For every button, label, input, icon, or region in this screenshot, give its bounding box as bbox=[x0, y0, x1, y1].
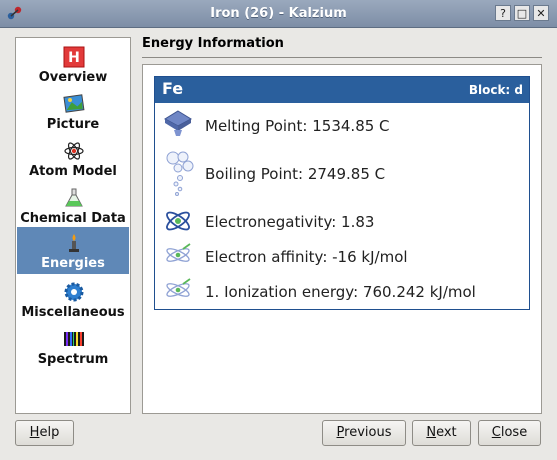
nav-item-chemical-data[interactable]: Chemical Data bbox=[17, 182, 129, 229]
electron-affinity-row: Electron affinity: -16 kJ/mol bbox=[155, 240, 529, 272]
previous-mnemonic: P bbox=[336, 425, 345, 440]
spectrum-icon bbox=[64, 332, 84, 346]
melting-point-text: Melting Point: 1534.85 C bbox=[205, 117, 390, 135]
help-mnemonic: H bbox=[29, 425, 40, 440]
next-label: ext bbox=[436, 425, 457, 440]
page-title: Energy Information bbox=[142, 36, 284, 51]
picture-icon bbox=[63, 94, 85, 113]
electron-affinity-icon bbox=[166, 243, 191, 262]
page-title-separator bbox=[142, 57, 542, 58]
nav-label-picture: Picture bbox=[46, 117, 100, 132]
nav-label-overview: Overview bbox=[38, 70, 108, 85]
nav-item-miscellaneous[interactable]: Miscellaneous bbox=[17, 276, 129, 323]
atom-model-icon bbox=[64, 142, 84, 160]
nav-item-overview[interactable]: H Overview bbox=[17, 41, 129, 88]
help-title-button[interactable]: ? bbox=[495, 5, 511, 21]
nav-label-atom-model: Atom Model bbox=[29, 164, 117, 179]
electronegativity-text: Electronegativity: 1.83 bbox=[205, 213, 375, 231]
electron-affinity-text: Electron affinity: -16 kJ/mol bbox=[205, 248, 408, 266]
page-navigation-list: H Overview Picture Atom Model Chemical D… bbox=[15, 37, 131, 414]
boiling-point-text: Boiling Point: 2749.85 C bbox=[205, 165, 386, 183]
nav-label-chemical-data: Chemical Data bbox=[20, 211, 126, 226]
flask-icon bbox=[65, 188, 83, 207]
help-button[interactable]: Help bbox=[15, 420, 74, 446]
melting-point-row: Melting Point: 1534.85 C bbox=[155, 107, 529, 147]
help-label: elp bbox=[39, 425, 60, 440]
nav-label-energies: Energies bbox=[41, 256, 105, 271]
element-block: Block: d bbox=[468, 83, 523, 97]
previous-label: revious bbox=[344, 425, 392, 440]
electronegativity-icon bbox=[166, 211, 190, 231]
nav-label-miscellaneous: Miscellaneous bbox=[21, 305, 125, 320]
nav-item-atom-model[interactable]: Atom Model bbox=[17, 135, 129, 182]
previous-button[interactable]: Previous bbox=[322, 420, 406, 446]
svg-text:H: H bbox=[68, 50, 80, 66]
ionization-energy-text: 1. Ionization energy: 760.242 kJ/mol bbox=[205, 283, 476, 301]
close-window-button[interactable]: ✕ bbox=[533, 5, 549, 21]
close-button[interactable]: Close bbox=[478, 420, 541, 446]
nav-item-energies[interactable]: Energies bbox=[17, 227, 129, 274]
overview-icon: H bbox=[63, 46, 85, 68]
element-symbol: Fe bbox=[162, 79, 184, 98]
title-bar[interactable]: Iron (26) - Kalzium ? □ ✕ bbox=[0, 0, 557, 28]
electronegativity-row: Electronegativity: 1.83 bbox=[155, 204, 529, 238]
melting-point-icon bbox=[163, 110, 193, 136]
boiling-point-row: Boiling Point: 2749.85 C bbox=[155, 147, 529, 202]
element-header: Fe Block: d bbox=[155, 77, 529, 103]
next-mnemonic: N bbox=[426, 425, 437, 440]
nav-item-spectrum[interactable]: Spectrum bbox=[17, 323, 129, 370]
next-button[interactable]: Next bbox=[412, 420, 471, 446]
maximize-button[interactable]: □ bbox=[514, 5, 530, 21]
bunsen-burner-icon bbox=[69, 234, 79, 252]
energy-info-box: Fe Block: d Melting Point: 1534.85 C Boi… bbox=[154, 76, 530, 310]
nav-label-spectrum: Spectrum bbox=[37, 352, 109, 367]
close-label: lose bbox=[500, 425, 528, 440]
nav-item-picture[interactable]: Picture bbox=[17, 88, 129, 135]
gear-icon bbox=[64, 282, 84, 302]
window-title: Iron (26) - Kalzium bbox=[210, 6, 347, 21]
close-mnemonic: C bbox=[491, 425, 501, 440]
ionization-energy-icon bbox=[166, 278, 191, 297]
boiling-point-icon bbox=[166, 151, 194, 196]
ionization-energy-row: 1. Ionization energy: 760.242 kJ/mol bbox=[155, 275, 529, 307]
